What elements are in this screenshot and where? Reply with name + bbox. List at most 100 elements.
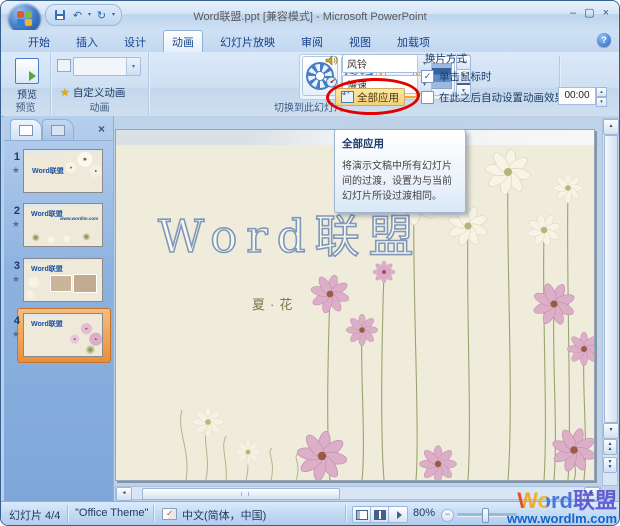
slide-thumbnail-4[interactable]: 4 ★ Word联盟 xyxy=(4,308,113,363)
scroll-up-icon[interactable]: ▲ xyxy=(603,119,619,135)
vertical-scroll-thumb[interactable] xyxy=(604,135,618,423)
slide-thumbnail-3[interactable]: 3 ★ Word联盟 xyxy=(4,258,113,306)
thumbnail-title: Word联盟 xyxy=(32,168,64,175)
ribbon-tab-7[interactable]: 视图 xyxy=(340,30,380,53)
auto-advance-checkbox[interactable] xyxy=(421,91,434,104)
tab-row: 开始 插入 设计 动画 幻灯片放映 审阅 视图 加载项 ? xyxy=(1,30,619,54)
save-button[interactable] xyxy=(52,8,67,23)
ribbon-tab-4[interactable]: 动画 xyxy=(163,30,203,54)
spin-down-icon[interactable]: ▼ xyxy=(596,97,607,107)
transition-sound-icon xyxy=(325,55,338,66)
thumbnail-title: Word联盟 xyxy=(31,321,63,328)
language-indicator[interactable]: 中文(简体，中国) xyxy=(182,507,266,523)
custom-animation-icon: ★ xyxy=(60,86,70,99)
close-button[interactable]: × xyxy=(603,6,609,20)
office-logo-icon xyxy=(17,11,32,26)
thumbnail-photos xyxy=(50,275,72,292)
animate-dropdown[interactable]: ▾ xyxy=(73,57,141,76)
animation-star-icon: ★ xyxy=(11,274,20,284)
animation-star-icon: ★ xyxy=(11,329,20,339)
panel-tabs: × xyxy=(4,119,113,141)
ribbon-group-animation: ▾ ★ 自定义动画 动画 xyxy=(51,52,149,115)
slide-sorter-button[interactable] xyxy=(370,506,390,523)
zoom-slider-thumb[interactable] xyxy=(482,508,489,523)
preview-button[interactable]: 预览 xyxy=(8,55,46,104)
undo-button[interactable]: ↶ xyxy=(70,8,85,23)
auto-advance-time-field[interactable]: 00:00 xyxy=(558,87,596,105)
zoom-out-icon[interactable]: − xyxy=(441,509,454,522)
spell-check-icon[interactable]: ✓ xyxy=(162,508,177,520)
zoom-level[interactable]: 80% xyxy=(413,507,435,519)
watermark-url: www.wordlm.com xyxy=(506,511,617,526)
ribbon-group-preview: 预览 预览 xyxy=(1,52,51,115)
normal-view-button[interactable] xyxy=(352,506,372,523)
thumbnail-title: Word联盟 xyxy=(31,211,63,218)
next-slide-button[interactable]: ▼ ▼ xyxy=(603,457,617,473)
ribbon-tab-2[interactable]: 插入 xyxy=(67,30,107,53)
chevron-down-icon: ▾ xyxy=(126,58,140,75)
save-icon xyxy=(54,10,65,20)
redo-button[interactable]: ↻ xyxy=(94,8,109,23)
transition-sound-dropdown[interactable]: 风铃 ▾ xyxy=(342,54,432,73)
site-watermark: Word联盟 www.wordlm.com xyxy=(506,490,617,526)
slides-tab-icon xyxy=(19,125,33,136)
ribbon: 预览 预览 ▾ ★ 自定义动画 动画 ▲ ▼ ▼ 风铃 ▾ 慢速 ▾ 切换到此幻… xyxy=(1,52,619,117)
animate-icon xyxy=(57,59,71,72)
slideshow-button[interactable] xyxy=(388,506,408,523)
window-title: Word联盟.ppt [兼容模式] - Microsoft PowerPoint xyxy=(193,11,427,23)
help-icon[interactable]: ? xyxy=(597,33,611,47)
group-label-preview: 预览 xyxy=(15,103,36,114)
slides-panel: × 1 ★ Word联盟 2 ★ Word联盟 www.wordlm.com 3 ★ Word联盟… xyxy=(4,116,114,502)
tooltip-title: 全部应用 xyxy=(342,138,384,150)
transition-speed-icon xyxy=(326,76,337,88)
ribbon-tab-8[interactable]: 加载项 xyxy=(388,30,439,53)
ribbon-tab-1[interactable]: 开始 xyxy=(19,30,59,53)
tab-slides[interactable] xyxy=(10,119,42,141)
slide-indicator: 幻灯片 4/4 xyxy=(9,510,61,522)
previous-slide-button[interactable]: ▲ ▲ xyxy=(603,439,617,455)
undo-dropdown-icon[interactable]: ▾ xyxy=(88,12,91,18)
ribbon-tab-3[interactable]: 设计 xyxy=(115,30,155,53)
slide-thumbnail-2[interactable]: 2 ★ Word联盟 www.wordlm.com xyxy=(4,203,113,251)
ribbon-tab-5[interactable]: 幻灯片放映 xyxy=(211,30,284,53)
slide-sorter-icon xyxy=(374,509,386,520)
tab-outline[interactable] xyxy=(42,119,74,141)
thumbnail-image: Word联盟 xyxy=(23,149,103,193)
on-mouse-click-row: ✓ 单击鼠标时 xyxy=(421,69,492,84)
apply-to-all-button[interactable]: 全部应用 xyxy=(335,88,405,106)
slide-number: 2 xyxy=(13,205,20,217)
slideshow-icon xyxy=(396,510,402,519)
powerpoint-window: ↶ ▾ ↻ ▾ Word联盟.ppt [兼容模式] - Microsoft Po… xyxy=(0,0,620,526)
minimize-button[interactable]: – xyxy=(570,6,576,20)
scroll-left-icon[interactable]: ◄ xyxy=(116,487,132,501)
thumbnail-url: www.wordlm.com xyxy=(60,216,99,221)
advance-method-title: 换片方式 xyxy=(425,53,467,65)
qat-customize-icon[interactable]: ▾ xyxy=(112,12,115,18)
watermark-title: Word联盟 xyxy=(507,490,617,512)
slide-thumbnail-1[interactable]: 1 ★ Word联盟 xyxy=(4,149,113,197)
quick-access-toolbar: ↶ ▾ ↻ ▾ xyxy=(45,4,123,26)
outline-tab-icon xyxy=(51,125,65,136)
maximize-button[interactable]: ▢ xyxy=(584,6,594,20)
window-controls: – ▢ × xyxy=(570,6,609,20)
normal-view-icon xyxy=(356,509,368,520)
title-bar: ↶ ▾ ↻ ▾ Word联盟.ppt [兼容模式] - Microsoft Po… xyxy=(1,1,619,34)
vertical-scrollbar[interactable]: ▲ ▼ ▲ ▲ ▼ ▼ xyxy=(602,118,619,486)
on-mouse-click-checkbox[interactable]: ✓ xyxy=(421,70,434,83)
theme-indicator[interactable]: "Office Theme" xyxy=(75,507,148,519)
preview-icon xyxy=(15,58,39,84)
spin-up-icon[interactable]: ▲ xyxy=(596,87,607,97)
apply-to-all-tooltip: 全部应用 将演示文稿中所有幻灯片间的过渡，设置为与当前幻灯片所设过渡相同。 xyxy=(334,129,466,213)
animation-star-icon: ★ xyxy=(11,219,20,229)
ribbon-tab-6[interactable]: 审阅 xyxy=(292,30,332,53)
scroll-down-icon[interactable]: ▼ xyxy=(603,423,619,439)
thumbnail-image: Word联盟 www.wordlm.com xyxy=(23,203,103,247)
thumbnail-title: Word联盟 xyxy=(31,266,63,273)
horizontal-scroll-thumb[interactable] xyxy=(142,488,340,500)
slide-caption-text[interactable]: 夏·花 xyxy=(252,294,297,313)
auto-advance-row: 在此之后自动设置动画效果: xyxy=(421,90,568,105)
tooltip-body: 将演示文稿中所有幻灯片间的过渡，设置为与当前幻灯片所设过渡相同。 xyxy=(342,161,452,202)
animation-star-icon: ★ xyxy=(11,165,20,175)
panel-close-icon[interactable]: × xyxy=(98,122,105,136)
auto-advance-spinner: ▲ ▼ xyxy=(596,87,607,107)
